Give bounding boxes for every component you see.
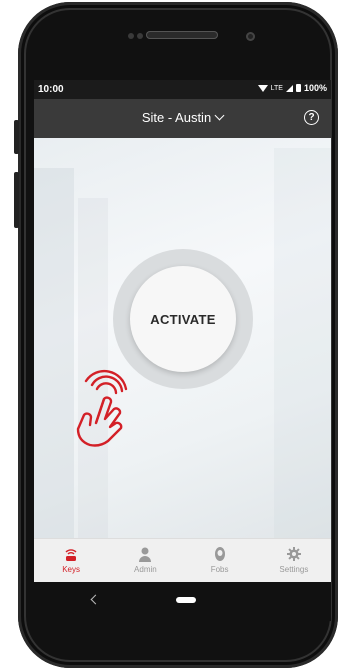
home-button[interactable] bbox=[176, 597, 196, 603]
battery-icon bbox=[295, 84, 301, 92]
sensor-dot bbox=[137, 33, 143, 39]
person-icon bbox=[139, 547, 152, 562]
status-time: 10:00 bbox=[38, 84, 64, 95]
tab-settings[interactable]: Settings bbox=[257, 539, 331, 583]
chevron-down-icon bbox=[214, 110, 225, 121]
app-bar: Site - Austin ? bbox=[34, 99, 331, 138]
phone-side-button bbox=[14, 120, 19, 154]
activate-button[interactable]: ACTIVATE bbox=[130, 266, 236, 372]
status-indicators: LTE 100% bbox=[257, 83, 327, 93]
fob-icon bbox=[214, 547, 225, 561]
tab-keys[interactable]: Keys bbox=[34, 539, 108, 583]
phone-screen: 10:00 LTE 100% Site - Austin ? ACTIVATE bbox=[34, 80, 331, 621]
help-circle-icon[interactable]: ? bbox=[304, 110, 319, 125]
activate-label: ACTIVATE bbox=[150, 311, 216, 327]
earpiece-speaker bbox=[146, 31, 218, 39]
status-bar: 10:00 LTE 100% bbox=[34, 80, 331, 99]
site-label: Site - Austin bbox=[141, 110, 212, 125]
tab-label: Admin bbox=[134, 565, 157, 574]
battery-level: 100% bbox=[303, 83, 327, 93]
keys-icon bbox=[65, 549, 77, 561]
network-type: LTE bbox=[270, 84, 283, 92]
bottom-tab-bar: Keys Admin Fobs Settings bbox=[34, 538, 331, 583]
background-building bbox=[34, 168, 74, 538]
tap-hand-icon bbox=[76, 369, 128, 447]
sensor-dot bbox=[128, 33, 134, 39]
tab-admin[interactable]: Admin bbox=[108, 539, 182, 583]
tab-fobs[interactable]: Fobs bbox=[183, 539, 257, 583]
site-selector[interactable]: Site - Austin bbox=[34, 110, 331, 125]
background-building bbox=[274, 148, 331, 538]
front-camera bbox=[246, 32, 255, 41]
system-nav-bar bbox=[34, 582, 331, 621]
cell-signal-icon bbox=[285, 84, 293, 92]
phone-side-button bbox=[14, 172, 19, 228]
tab-label: Keys bbox=[62, 565, 81, 574]
wifi-icon bbox=[257, 84, 268, 92]
gear-icon bbox=[286, 547, 301, 561]
activate-area: ACTIVATE bbox=[34, 138, 331, 538]
back-icon[interactable] bbox=[90, 594, 101, 605]
tab-label: Settings bbox=[279, 565, 309, 574]
tab-label: Fobs bbox=[210, 565, 229, 574]
